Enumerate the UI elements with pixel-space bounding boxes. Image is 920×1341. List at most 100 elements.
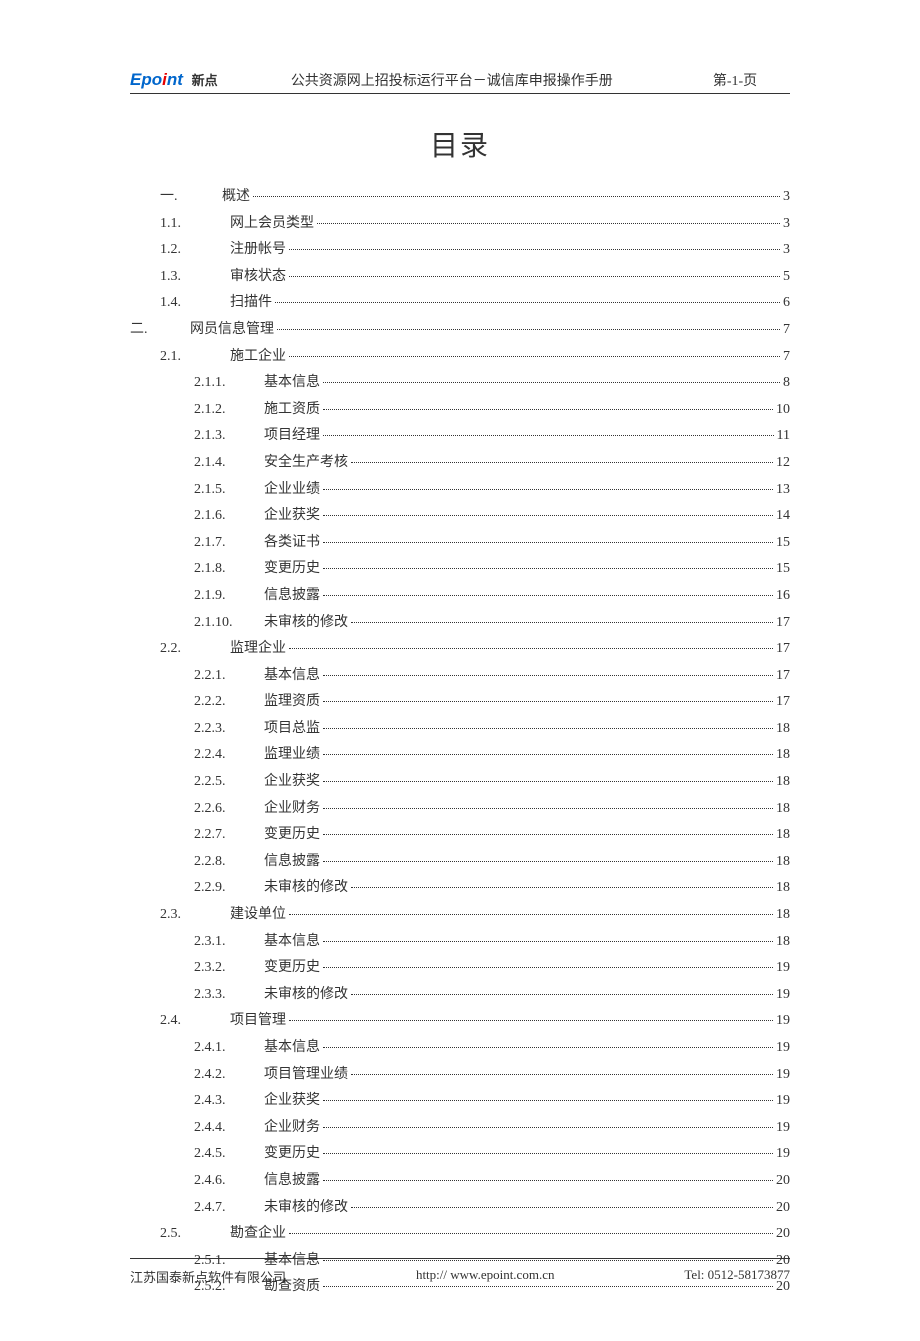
toc-leader-dots <box>323 967 773 968</box>
toc-title: 未审核的修改 <box>264 982 348 1009</box>
toc-leader-dots <box>277 329 780 330</box>
toc-number: 2.3.1. <box>194 929 264 956</box>
toc-number: 1.1. <box>160 211 230 238</box>
toc-number: 2.5. <box>160 1221 230 1248</box>
toc-entry: 2.1.8.变更历史 15 <box>130 556 790 583</box>
toc-leader-dots <box>289 356 780 357</box>
toc-entry: 2.2.3.项目总监18 <box>130 716 790 743</box>
toc-page-number: 7 <box>783 344 790 371</box>
toc-title: 企业业绩 <box>264 477 320 504</box>
toc-leader-dots <box>323 595 773 596</box>
toc-title: 项目经理 <box>264 423 320 450</box>
toc-title: 项目管理 <box>230 1008 286 1035</box>
toc-entry: 1.2.注册帐号 3 <box>130 237 790 264</box>
toc-number: 2.1. <box>160 344 230 371</box>
toc-leader-dots <box>323 675 773 676</box>
toc-entry: 二.网员信息管理7 <box>130 317 790 344</box>
toc-number: 2.2.4. <box>194 742 264 769</box>
toc-leader-dots <box>323 1180 773 1181</box>
logo-en-suffix: nt <box>167 70 183 89</box>
toc-entry: 2.2.4.监理业绩18 <box>130 742 790 769</box>
toc-page-number: 3 <box>783 237 790 264</box>
toc-page-number: 19 <box>776 1062 790 1089</box>
header-page-number: 第-1-页 <box>680 70 790 90</box>
toc-number: 二. <box>130 317 190 344</box>
toc-leader-dots <box>323 435 774 436</box>
toc-page-number: 19 <box>776 1141 790 1168</box>
toc-entry: 2.1.4.安全生产考核12 <box>130 450 790 477</box>
toc-leader-dots <box>323 489 773 490</box>
toc-page-number: 16 <box>776 583 790 610</box>
toc-title: 项目总监 <box>264 716 320 743</box>
toc-page-number: 13 <box>776 477 790 504</box>
toc-title: 概述 <box>222 184 250 211</box>
toc-entry: 2.1.7.各类证书15 <box>130 530 790 557</box>
toc-number: 2.1.7. <box>194 530 264 557</box>
toc-title: 安全生产考核 <box>264 450 348 477</box>
toc-page-number: 5 <box>783 264 790 291</box>
footer-divider <box>130 1258 790 1259</box>
toc-leader-dots <box>317 223 780 224</box>
toc-number: 2.1.8. <box>194 556 264 583</box>
toc-number: 2.1.3. <box>194 423 264 450</box>
toc-number: 1.3. <box>160 264 230 291</box>
toc-entry: 1.3.审核状态 5 <box>130 264 790 291</box>
toc-page-number: 17 <box>776 610 790 637</box>
toc-title: 监理企业 <box>230 636 286 663</box>
toc-leader-dots <box>323 808 773 809</box>
toc-entry: 2.3.2.变更历史19 <box>130 955 790 982</box>
toc-number: 1.2. <box>160 237 230 264</box>
toc-entry: 2.4.7.未审核的修改20 <box>130 1195 790 1222</box>
toc-entry: 2.3.建设单位18 <box>130 902 790 929</box>
toc-leader-dots <box>323 1127 773 1128</box>
toc-title: 未审核的修改 <box>264 875 348 902</box>
toc-number: 2.1.5. <box>194 477 264 504</box>
toc-title: 变更历史 <box>264 556 320 583</box>
toc-page-number: 18 <box>776 769 790 796</box>
toc-page-number: 17 <box>776 663 790 690</box>
toc-page-number: 15 <box>776 556 790 583</box>
toc-entry: 2.3.3.未审核的修改19 <box>130 982 790 1009</box>
footer-url: http:// www.epoint.com.cn <box>416 1267 555 1286</box>
toc-number: 2.2.6. <box>194 796 264 823</box>
toc-title: 审核状态 <box>230 264 286 291</box>
toc-number: 2.4. <box>160 1008 230 1035</box>
toc-page-number: 18 <box>776 796 790 823</box>
toc-title: 企业获奖 <box>264 769 320 796</box>
toc-title: 施工企业 <box>230 344 286 371</box>
toc-page-number: 19 <box>776 982 790 1009</box>
toc-leader-dots <box>289 1233 773 1234</box>
toc-page-number: 11 <box>777 423 790 450</box>
toc-number: 2.2.5. <box>194 769 264 796</box>
toc-title: 施工资质 <box>264 397 320 424</box>
toc-page-number: 19 <box>776 1035 790 1062</box>
table-of-contents: 一.概述31.1.网上会员类型31.2.注册帐号31.3.审核状态51.4.扫描… <box>130 184 790 1301</box>
logo-en-prefix: Epo <box>130 70 162 89</box>
toc-number: 2.1.9. <box>194 583 264 610</box>
toc-entry: 2.4.3.企业获奖19 <box>130 1088 790 1115</box>
toc-page-number: 20 <box>776 1195 790 1222</box>
toc-leader-dots <box>351 994 773 995</box>
toc-number: 一. <box>160 184 222 211</box>
toc-title: 企业获奖 <box>264 1088 320 1115</box>
toc-number: 2.4.7. <box>194 1195 264 1222</box>
toc-entry: 2.1.3.项目经理 11 <box>130 423 790 450</box>
toc-entry: 一.概述3 <box>130 184 790 211</box>
toc-page-number: 12 <box>776 450 790 477</box>
toc-number: 2.4.6. <box>194 1168 264 1195</box>
footer-tel: Tel: 0512-58173877 <box>684 1267 790 1286</box>
page-header: Epoint 新点 公共资源网上招投标运行平台－诚信库申报操作手册 第-1-页 <box>130 70 790 94</box>
toc-leader-dots <box>351 887 773 888</box>
toc-title: 注册帐号 <box>230 237 286 264</box>
toc-page-number: 7 <box>783 317 790 344</box>
toc-entry: 2.2.监理企业17 <box>130 636 790 663</box>
toc-entry: 2.1.6.企业获奖14 <box>130 503 790 530</box>
toc-entry: 2.1.9.信息披露16 <box>130 583 790 610</box>
toc-page-number: 18 <box>776 929 790 956</box>
toc-page-number: 17 <box>776 636 790 663</box>
page-title: 目录 <box>130 124 790 164</box>
toc-leader-dots <box>323 861 773 862</box>
toc-entry: 2.2.5.企业获奖 18 <box>130 769 790 796</box>
toc-entry: 2.4.1.基本信息19 <box>130 1035 790 1062</box>
toc-title: 基本信息 <box>264 663 320 690</box>
